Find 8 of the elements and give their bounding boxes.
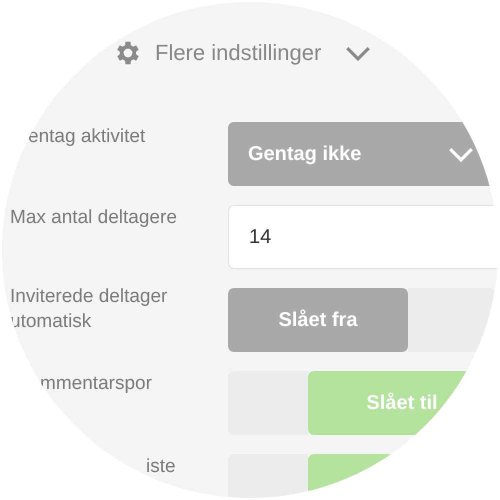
- field-label: iste: [145, 455, 177, 479]
- field-label: Inviterede deltager utomatisk: [9, 285, 168, 334]
- field-label: mmentarspor: [39, 372, 153, 396]
- section-title[interactable]: Flere indstillinger: [155, 40, 322, 66]
- field-label: entag aktivitet: [27, 125, 146, 149]
- field-label: Max antal deltagere: [9, 206, 178, 230]
- input-field[interactable]: 14: [228, 205, 498, 269]
- toggle-switch[interactable]: Slået fra: [228, 288, 408, 352]
